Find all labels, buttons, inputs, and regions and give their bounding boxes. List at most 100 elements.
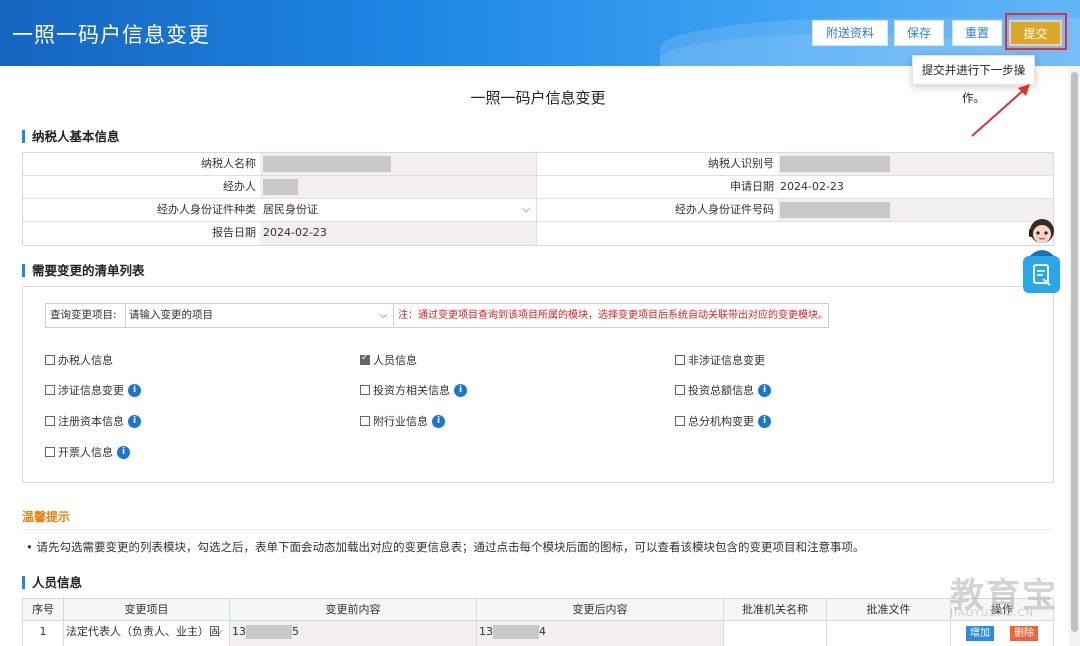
checkbox-label: 人员信息 bbox=[373, 354, 417, 367]
tips-text: • 请先勾选需要变更的列表模块，勾选之后，表单下面会动态加载出对应的变更信息表；… bbox=[26, 540, 865, 554]
after-prefix: 13 bbox=[479, 625, 493, 638]
approval-document-cell[interactable] bbox=[827, 621, 951, 646]
apply-date-value: 2024-02-23 bbox=[778, 176, 1053, 198]
taxpayer-id-value bbox=[778, 153, 1053, 175]
query-note: 注：通过变更项目查询到该项目所属的模块，选择变更项目后系统自动关联带出对应的变更… bbox=[398, 310, 828, 321]
checkbox[interactable] bbox=[45, 447, 55, 457]
info-icon[interactable]: i bbox=[758, 383, 771, 397]
after-suffix: 4 bbox=[539, 625, 546, 638]
checkbox[interactable] bbox=[675, 416, 685, 426]
column-header: 批准机关名称 bbox=[724, 599, 827, 620]
info-icon[interactable]: i bbox=[128, 414, 141, 428]
checkbox[interactable] bbox=[360, 416, 370, 426]
id-type-select[interactable]: 居民身份证 ⌵ bbox=[260, 199, 537, 221]
info-icon[interactable]: i bbox=[758, 414, 771, 428]
customer-service-avatar-icon[interactable] bbox=[1021, 215, 1063, 257]
delete-row-button[interactable]: 删除 bbox=[1010, 626, 1038, 641]
checkbox-item[interactable]: 附行业信息 i bbox=[360, 413, 445, 429]
tips-text-body: 请先勾选需要变更的列表模块，勾选之后，表单下面会动态加载出对应的变更信息表；通过… bbox=[36, 540, 865, 554]
before-suffix: 5 bbox=[292, 625, 299, 638]
add-row-button[interactable]: 增加 bbox=[966, 626, 994, 641]
checkbox-label: 投资总额信息 bbox=[688, 384, 754, 397]
section-title-personnel: 人员信息 bbox=[22, 576, 82, 589]
query-placeholder: 请输入变更的项目 bbox=[129, 309, 213, 321]
tips-title: 温馨提示 bbox=[22, 510, 71, 524]
change-item-value: 法定代表人（负责人、业主）固 bbox=[66, 625, 220, 638]
checkbox-item[interactable]: 人员信息 bbox=[360, 352, 417, 368]
info-icon[interactable]: i bbox=[454, 383, 467, 397]
checkbox-item[interactable]: 总分机构变更 i bbox=[675, 413, 771, 429]
table-row: 1 法定代表人（负责人、业主）固 ⌵ 13 5 13 4 增加 删除 bbox=[23, 621, 1053, 646]
scrollbar-thumb[interactable] bbox=[1071, 72, 1078, 632]
checkbox[interactable] bbox=[360, 385, 370, 395]
personnel-table: 序号 变更项目 变更前内容 变更后内容 批准机关名称 批准文件 操作 1 法定代… bbox=[22, 598, 1054, 646]
redacted-block bbox=[246, 625, 292, 639]
column-header: 变更后内容 bbox=[477, 599, 724, 620]
taxpayer-name-value bbox=[260, 153, 537, 175]
grid-row: 经办人身份证件种类 居民身份证 ⌵ 经办人身份证件号码 bbox=[23, 199, 1053, 222]
submit-button[interactable]: 提交 bbox=[1009, 20, 1062, 46]
checkbox-label: 开票人信息 bbox=[58, 446, 113, 459]
checkbox[interactable] bbox=[45, 416, 55, 426]
approval-authority-cell[interactable] bbox=[724, 621, 827, 646]
chevron-down-icon: ⌵ bbox=[522, 204, 530, 215]
field-label: 经办人 bbox=[23, 176, 260, 198]
query-label: 查询变更项目: bbox=[46, 304, 126, 327]
empty-cell bbox=[778, 222, 1053, 245]
section-title-basic: 纳税人基本信息 bbox=[22, 130, 120, 143]
divider bbox=[22, 529, 1054, 530]
grid-row: 纳税人名称 纳税人识别号 bbox=[23, 153, 1053, 176]
empty-cell bbox=[537, 222, 778, 245]
checkbox-label: 投资方相关信息 bbox=[373, 384, 450, 397]
column-header: 变更项目 bbox=[64, 599, 230, 620]
grid-row: 经办人 申请日期 2024-02-23 bbox=[23, 176, 1053, 199]
info-icon[interactable]: i bbox=[117, 445, 130, 459]
document-search-icon bbox=[1033, 264, 1051, 286]
before-prefix: 13 bbox=[232, 625, 246, 638]
info-icon[interactable]: i bbox=[128, 383, 141, 397]
checkbox-item[interactable]: 涉证信息变更 i bbox=[45, 382, 141, 398]
info-icon[interactable]: i bbox=[432, 414, 445, 428]
row-number: 1 bbox=[23, 621, 64, 646]
checkbox-label: 涉证信息变更 bbox=[58, 384, 124, 397]
table-header: 序号 变更项目 变更前内容 变更后内容 批准机关名称 批准文件 操作 bbox=[23, 599, 1053, 621]
checkbox-item[interactable]: 投资总额信息 i bbox=[675, 382, 771, 398]
page-title: 一照一码户信息变更 bbox=[470, 89, 606, 107]
field-label: 经办人身份证件种类 bbox=[23, 199, 260, 221]
watermark-url: JIAOYUBAO.CN bbox=[950, 608, 1034, 619]
checkbox[interactable] bbox=[360, 353, 370, 365]
checkbox-label: 附行业信息 bbox=[373, 415, 428, 428]
checkbox[interactable] bbox=[45, 385, 55, 395]
redacted-block bbox=[493, 625, 539, 639]
field-label: 纳税人识别号 bbox=[708, 157, 774, 170]
checkbox[interactable] bbox=[45, 355, 55, 365]
field-label: 报告日期 bbox=[23, 222, 260, 245]
attach-materials-button[interactable]: 附送资料 bbox=[812, 20, 888, 46]
checkbox-label: 注册资本信息 bbox=[58, 415, 124, 428]
checkbox-label: 总分机构变更 bbox=[688, 415, 754, 428]
change-item-select[interactable]: 法定代表人（负责人、业主）固 ⌵ bbox=[64, 621, 230, 646]
checkbox-item[interactable]: 办税人信息 bbox=[45, 352, 113, 368]
save-button[interactable]: 保存 bbox=[894, 20, 944, 46]
chevron-down-icon: ⌵ bbox=[215, 626, 223, 637]
column-header: 变更前内容 bbox=[230, 599, 477, 620]
column-header: 序号 bbox=[23, 599, 64, 620]
change-list-box: 查询变更项目: 请输入变更的项目 ⌵ 注：通过变更项目查询到该项目所属的模块，选择… bbox=[22, 286, 1054, 483]
query-bar: 查询变更项目: 请输入变更的项目 ⌵ 注：通过变更项目查询到该项目所属的模块，选择… bbox=[45, 303, 829, 328]
checkbox-item[interactable]: 投资方相关信息 i bbox=[360, 382, 467, 398]
checkbox-item[interactable]: 开票人信息 i bbox=[45, 444, 130, 460]
reset-button[interactable]: 重置 bbox=[952, 20, 1002, 46]
id-number-value bbox=[778, 199, 1053, 221]
app-title: 一照一码户信息变更 bbox=[12, 23, 210, 47]
grid-row: 报告日期 2024-02-23 bbox=[23, 222, 1053, 245]
after-content-value: 13 4 bbox=[477, 621, 724, 646]
checkbox-item[interactable]: 非涉证信息变更 bbox=[675, 352, 765, 368]
checkbox-item[interactable]: 注册资本信息 i bbox=[45, 413, 141, 429]
query-select[interactable]: 请输入变更的项目 ⌵ bbox=[126, 304, 394, 327]
vertical-scrollbar[interactable] bbox=[1069, 66, 1080, 646]
checkbox-label: 办税人信息 bbox=[58, 354, 113, 367]
side-tool-button[interactable] bbox=[1023, 256, 1060, 293]
checkbox[interactable] bbox=[675, 355, 685, 365]
checkbox[interactable] bbox=[675, 385, 685, 395]
checkbox-label: 非涉证信息变更 bbox=[688, 354, 765, 367]
